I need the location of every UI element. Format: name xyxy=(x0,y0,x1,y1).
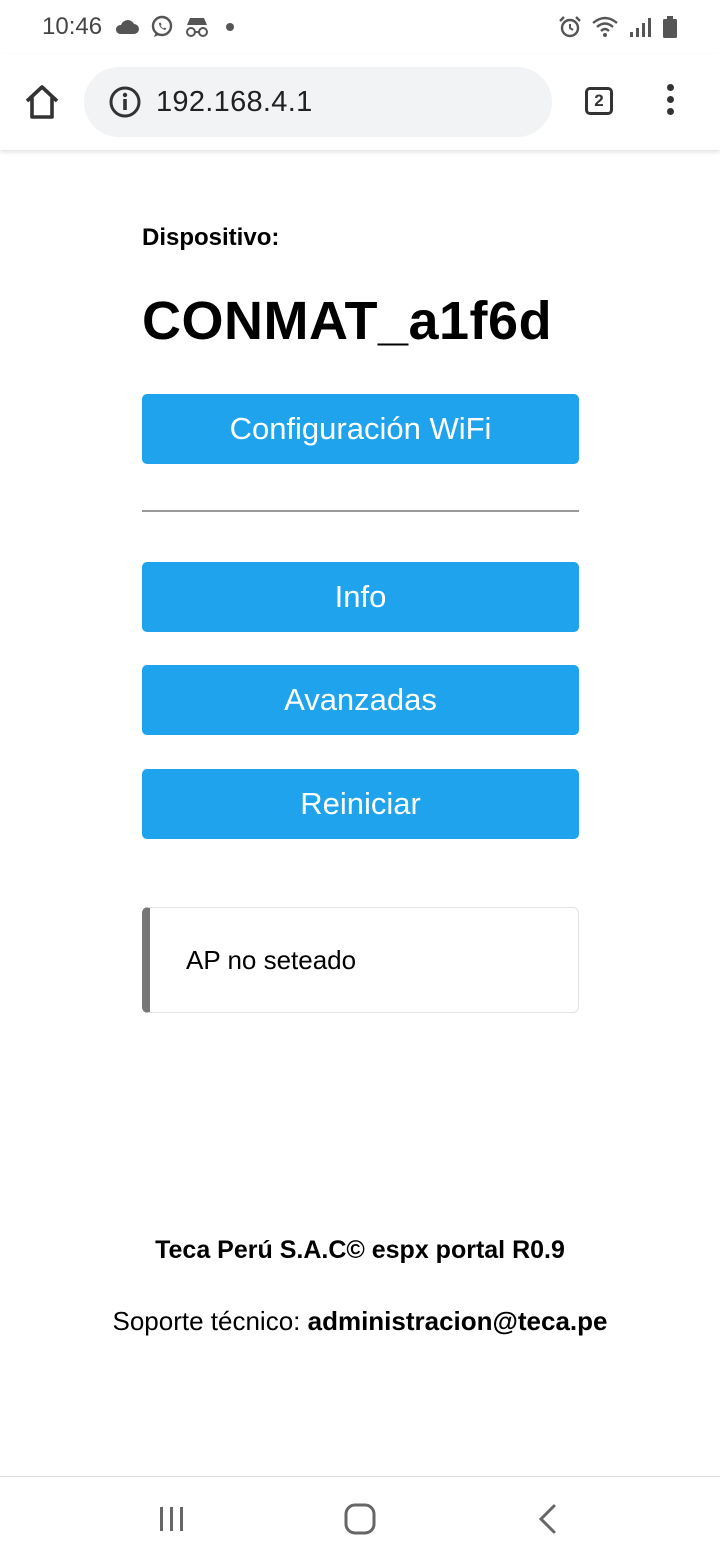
recent-apps-button[interactable] xyxy=(150,1499,194,1539)
url-text[interactable]: 192.168.4.1 xyxy=(156,86,313,119)
tab-switcher-button[interactable]: 2 xyxy=(585,87,613,115)
home-icon xyxy=(25,85,59,119)
wifi-config-button[interactable]: Configuración WiFi xyxy=(142,394,579,464)
dot-icon xyxy=(226,23,235,31)
back-button[interactable] xyxy=(526,1499,570,1539)
signal-icon xyxy=(630,18,651,37)
device-name: CONMAT_a1f6d xyxy=(142,291,553,351)
status-time: 10:46 xyxy=(42,13,103,40)
info-button[interactable]: Info xyxy=(142,562,579,632)
wifi-icon xyxy=(592,16,618,37)
browser-toolbar: 192.168.4.1 2 xyxy=(0,54,720,150)
navigation-bar xyxy=(0,1476,720,1561)
support-label: Soporte técnico: xyxy=(112,1306,308,1336)
support-email: administracion@teca.pe xyxy=(307,1306,608,1336)
alarm-icon xyxy=(559,16,581,38)
info-icon[interactable] xyxy=(108,85,142,119)
home-button[interactable] xyxy=(22,82,62,122)
incognito-icon xyxy=(186,18,209,37)
divider xyxy=(142,510,579,512)
advanced-button[interactable]: Avanzadas xyxy=(142,665,579,735)
recent-apps-icon xyxy=(160,1507,183,1531)
more-vert-icon xyxy=(660,84,680,115)
footer-title: Teca Perú S.A.C© espx portal R0.9 xyxy=(155,1236,565,1264)
status-left: 10:46 xyxy=(42,13,235,41)
status-message: AP no seteado xyxy=(186,944,357,975)
status-message-box: AP no seteado xyxy=(142,907,579,1013)
address-bar[interactable]: 192.168.4.1 xyxy=(84,67,552,137)
status-bar: 10:46 xyxy=(0,0,720,54)
home-nav-button[interactable] xyxy=(338,1499,382,1539)
home-nav-icon xyxy=(344,1503,376,1535)
status-right xyxy=(558,15,678,39)
restart-button[interactable]: Reiniciar xyxy=(142,769,579,839)
overflow-menu-button[interactable] xyxy=(660,84,680,124)
device-label: Dispositivo: xyxy=(142,224,280,251)
tab-count: 2 xyxy=(594,91,604,110)
notification-icons xyxy=(114,15,235,39)
back-icon xyxy=(538,1504,556,1534)
footer-support: Soporte técnico: administracion@teca.pe xyxy=(0,1306,720,1337)
battery-icon xyxy=(663,16,677,38)
cloud-icon xyxy=(116,20,140,34)
whatsapp-icon xyxy=(151,15,173,37)
